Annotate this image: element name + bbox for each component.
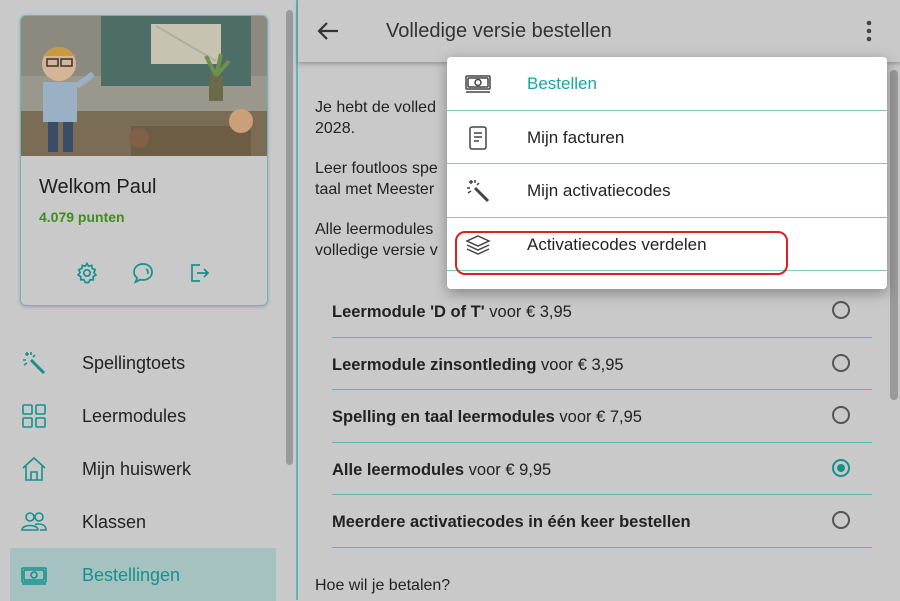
money-icon: [465, 72, 491, 96]
radio-button[interactable]: [832, 353, 850, 372]
main-scrollbar[interactable]: [890, 70, 898, 400]
home-icon: [21, 456, 47, 482]
welcome-text: Welkom Paul: [39, 176, 157, 198]
option-spelling-en-taal[interactable]: Spelling en taal leermodules voor € 7,95: [332, 390, 872, 443]
menu-item-label: Mijn activatiecodes: [527, 181, 671, 200]
profile-card: Welkom Paul 4.079 punten: [20, 15, 268, 306]
sidebar-nav: Spellingtoets Leermodules Mijn huiswerk: [10, 336, 276, 601]
menu-item-label: Bestellen: [527, 74, 597, 93]
grid-icon: [21, 403, 47, 429]
option-alle-leermodules[interactable]: Alle leermodules voor € 9,95: [332, 443, 872, 495]
sidebar-item-label: Bestellingen: [82, 565, 181, 585]
description-paragraph: Leer foutloos spe taal met Meester: [315, 160, 438, 198]
points-text: 4.079 punten: [39, 209, 125, 225]
sidebar: Welkom Paul 4.079 punten Spellingtoets L…: [0, 0, 296, 601]
modules-paragraph: Alle leermodules volledige versie v: [315, 221, 438, 259]
classroom-illustration: [21, 16, 267, 156]
sidebar-item-spellingtoets[interactable]: Spellingtoets: [10, 336, 276, 389]
sidebar-item-label: Klassen: [82, 512, 147, 532]
sidebar-item-klassen[interactable]: Klassen: [10, 495, 276, 548]
radio-button-selected[interactable]: [832, 458, 850, 477]
back-arrow-icon[interactable]: [316, 18, 342, 44]
magic-wand-icon: [465, 179, 491, 203]
sidebar-item-label: Leermodules: [82, 406, 187, 426]
gear-icon[interactable]: [75, 261, 99, 285]
sidebar-item-bestellingen[interactable]: Bestellingen: [10, 548, 276, 601]
page-title: Volledige versie bestellen: [386, 20, 612, 42]
users-icon: [21, 509, 47, 535]
order-options: Leermodule 'D of T' voor € 3,95 Leermodu…: [332, 285, 872, 548]
sidebar-item-label: Spellingtoets: [82, 353, 186, 373]
highlight-outline: [455, 231, 788, 275]
radio-button[interactable]: [832, 301, 850, 319]
dropdown-menu: Bestellen Mijn facturen Mijn activatieco…: [447, 57, 887, 289]
chat-icon[interactable]: [131, 261, 155, 285]
option-zinsontleding[interactable]: Leermodule zinsontleding voor € 3,95: [332, 338, 872, 390]
top-bar: Volledige versie bestellen: [298, 0, 900, 62]
intro-paragraph: Je hebt de volled 2028.: [315, 99, 436, 137]
radio-button[interactable]: [832, 406, 850, 424]
document-icon: [465, 125, 491, 150]
menu-item-mijn-facturen[interactable]: Mijn facturen: [447, 111, 887, 164]
sidebar-scrollbar[interactable]: [286, 10, 293, 465]
logout-icon[interactable]: [187, 261, 211, 285]
more-options-icon[interactable]: [864, 18, 874, 44]
sidebar-item-mijn-huiswerk[interactable]: Mijn huiswerk: [10, 442, 276, 495]
option-meerdere-activatiecodes[interactable]: Meerdere activatiecodes in één keer best…: [332, 495, 872, 548]
menu-item-label: Mijn facturen: [527, 127, 625, 147]
money-icon: [21, 562, 47, 588]
menu-item-bestellen[interactable]: Bestellen: [447, 57, 887, 111]
sidebar-item-label: Mijn huiswerk: [82, 459, 192, 479]
sidebar-item-leermodules[interactable]: Leermodules: [10, 389, 276, 442]
magic-wand-icon: [21, 350, 47, 376]
option-d-of-t[interactable]: Leermodule 'D of T' voor € 3,95: [332, 285, 872, 338]
menu-item-mijn-activatiecodes[interactable]: Mijn activatiecodes: [447, 164, 887, 218]
payment-question: Hoe wil je betalen?: [315, 577, 451, 594]
radio-button[interactable]: [832, 511, 850, 529]
